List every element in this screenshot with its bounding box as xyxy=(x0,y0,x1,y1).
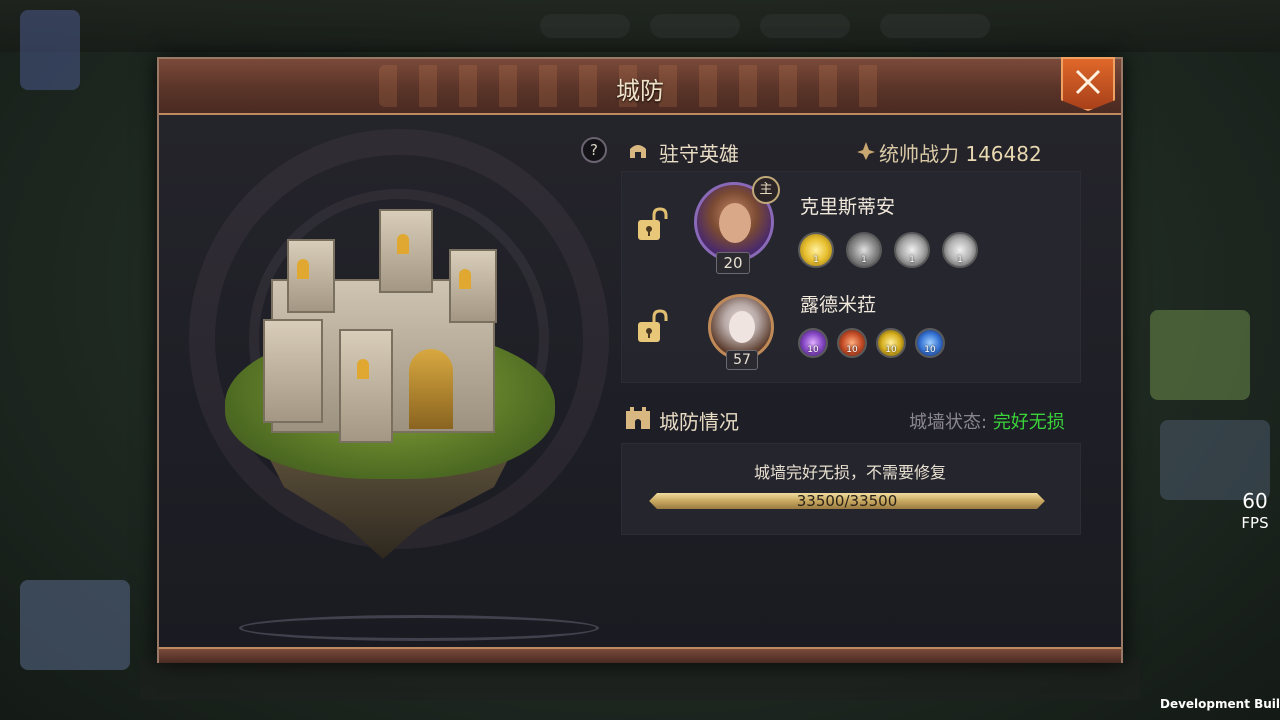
castle-window xyxy=(397,234,409,254)
wing-skill-icon[interactable]: 1 xyxy=(894,232,930,268)
defense-title: 城防情况 xyxy=(659,410,739,434)
fps-counter: 60 FPS xyxy=(1236,490,1274,534)
castle-tower xyxy=(449,249,497,323)
castle-tower xyxy=(263,319,323,423)
defense-panel xyxy=(621,443,1081,535)
crown-skill-icon[interactable]: 1 xyxy=(942,232,978,268)
arcane-skill-icon[interactable]: 10 xyxy=(798,328,828,358)
fire-skill-icon[interactable]: 10 xyxy=(837,328,867,358)
frost-skill-icon[interactable]: 10 xyxy=(915,328,945,358)
background-building xyxy=(1160,420,1270,500)
garrison-heroes-panel: 主 20 克里斯蒂安 1 1 1 1 57 露德米菈 10 10 10 10 xyxy=(621,171,1081,383)
castle-tower xyxy=(339,329,393,443)
hero-face xyxy=(719,203,751,243)
hero-name: 克里斯蒂安 xyxy=(800,196,896,218)
castle-window xyxy=(297,259,309,279)
background-resource xyxy=(650,14,740,38)
helmet-icon xyxy=(630,145,646,158)
hero-row[interactable]: 57 露德米菈 10 10 10 10 xyxy=(622,288,1080,388)
help-button[interactable]: ? xyxy=(581,137,607,163)
hero-name: 露德米菈 xyxy=(800,294,877,316)
power-value: 146482 xyxy=(965,142,1042,166)
castle-window xyxy=(357,359,369,379)
repair-message: 城墙完好无损，不需要修复 xyxy=(753,463,946,482)
garrison-title: 驻守英雄 xyxy=(659,142,739,166)
holy-skill-icon[interactable]: 10 xyxy=(876,328,906,358)
development-build-label: Development Build xyxy=(1160,697,1280,711)
power-icon xyxy=(857,142,875,160)
dialog-title: 城防 xyxy=(616,77,664,105)
background-building xyxy=(1150,310,1250,400)
fps-value: 60 xyxy=(1242,489,1268,513)
close-x-icon xyxy=(1075,69,1101,95)
wall-icon xyxy=(626,407,650,429)
unlock-icon[interactable] xyxy=(634,206,672,244)
close-button[interactable] xyxy=(1061,57,1115,111)
hero-level: 57 xyxy=(726,350,758,370)
unlock-icon[interactable] xyxy=(634,308,672,346)
castle-tower xyxy=(287,239,335,313)
wall-hp-bar: 33500/33500 xyxy=(649,493,1045,509)
background-resource xyxy=(540,14,630,38)
wall-status: 城墙状态: 完好无损 xyxy=(909,408,1065,434)
sun-skill-icon[interactable]: 1 xyxy=(798,232,834,268)
castle-window xyxy=(459,269,471,289)
hero-level: 20 xyxy=(716,252,750,274)
main-hero-badge: 主 xyxy=(752,176,780,204)
background-avatar xyxy=(20,10,80,90)
background-resource xyxy=(760,14,850,38)
wall-hp-text: 33500/33500 xyxy=(796,492,898,510)
castle-gate xyxy=(409,349,453,429)
wall-status-value: 完好无损 xyxy=(992,412,1065,433)
background-building xyxy=(20,580,130,670)
fps-label: FPS xyxy=(1241,514,1269,532)
dialog-footer xyxy=(159,647,1121,663)
hero-face xyxy=(729,311,755,343)
background-resource xyxy=(880,14,990,38)
background-bottom-bar xyxy=(140,660,1140,700)
hero-row[interactable]: 主 20 克里斯蒂安 1 1 1 1 xyxy=(622,176,1080,276)
power-label: 统帅战力 xyxy=(879,142,959,166)
city-defense-dialog: 城防 ? 驻守英雄 统帅战力 146482 主 20 克里斯蒂安 1 1 1 1… xyxy=(157,57,1123,663)
dialog-header: 城防 xyxy=(159,57,1121,115)
wolf-skill-icon[interactable]: 1 xyxy=(846,232,882,268)
platform-ring xyxy=(239,615,599,641)
wall-status-label: 城墙状态: xyxy=(909,412,988,433)
background-top-bar xyxy=(0,0,1280,52)
commander-power: 统帅战力 146482 xyxy=(857,138,1042,167)
